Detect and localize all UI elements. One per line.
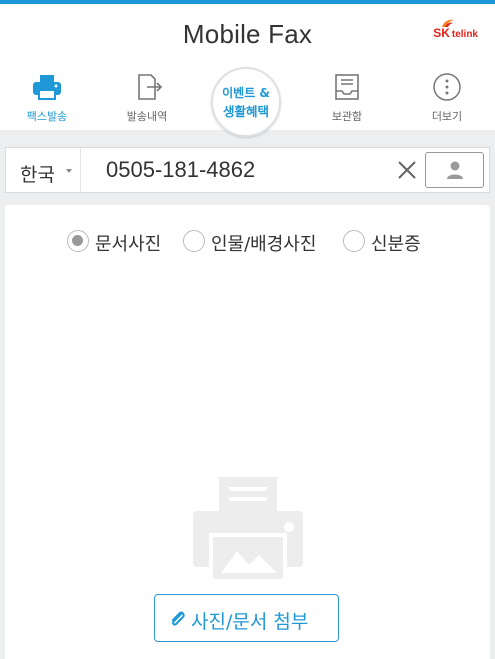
nav-label: 보관함 [331, 110, 363, 123]
radio-button [183, 230, 205, 252]
nav-item-storage[interactable]: 보관함 [307, 64, 387, 130]
storage-box-icon [335, 74, 359, 100]
nav-label: 팩스발송 [26, 110, 68, 123]
fax-machine-icon [193, 477, 303, 581]
chevron-down-icon [66, 169, 72, 173]
event-label-line1: 이벤트 & [222, 86, 270, 100]
attach-button-label: 사진/문서 첨부 [191, 611, 309, 633]
contacts-button[interactable] [425, 152, 484, 188]
app-title: Mobile Fax [182, 19, 313, 49]
recipient-bar: 한국 [5, 147, 490, 193]
radio-button [343, 230, 365, 252]
paperclip-icon [172, 611, 185, 626]
nav-item-more[interactable]: 더보기 [407, 64, 487, 130]
brand-telink: telink [451, 29, 478, 40]
divider [80, 148, 81, 192]
nav-label: 발송내역 [126, 110, 168, 123]
person-icon [447, 161, 463, 179]
event-benefits-button[interactable]: 이벤트 & 생활혜택 [211, 67, 281, 137]
more-dots-icon [433, 73, 461, 101]
send-history-icon [138, 74, 163, 100]
radio-label: 인물/배경사진 [211, 234, 317, 255]
country-select[interactable]: 한국 [20, 160, 55, 187]
radio-button-checked [67, 230, 89, 252]
nav-item-send-history[interactable]: 발송내역 [107, 64, 187, 130]
radio-label: 문서사진 [95, 234, 162, 255]
attach-photo-document-button[interactable]: 사진/문서 첨부 [154, 594, 339, 642]
fax-printer-icon [33, 75, 61, 100]
sk-telink-logo: SK telink [433, 19, 478, 40]
close-icon[interactable] [396, 159, 418, 181]
fax-number-input[interactable] [106, 156, 386, 184]
radio-label: 신분증 [371, 234, 421, 255]
event-label-line2: 생활혜택 [222, 104, 269, 119]
brand-sk: SK [433, 26, 450, 40]
nav-item-send-fax[interactable]: 팩스발송 [7, 64, 87, 130]
sk-flame-icon [442, 19, 455, 27]
app-header: Mobile Fax SK telink [0, 4, 495, 64]
attachment-panel: 문서사진 인물/배경사진 신분증 사진/문서 첨부 [5, 205, 490, 659]
nav-label: 더보기 [431, 110, 463, 123]
